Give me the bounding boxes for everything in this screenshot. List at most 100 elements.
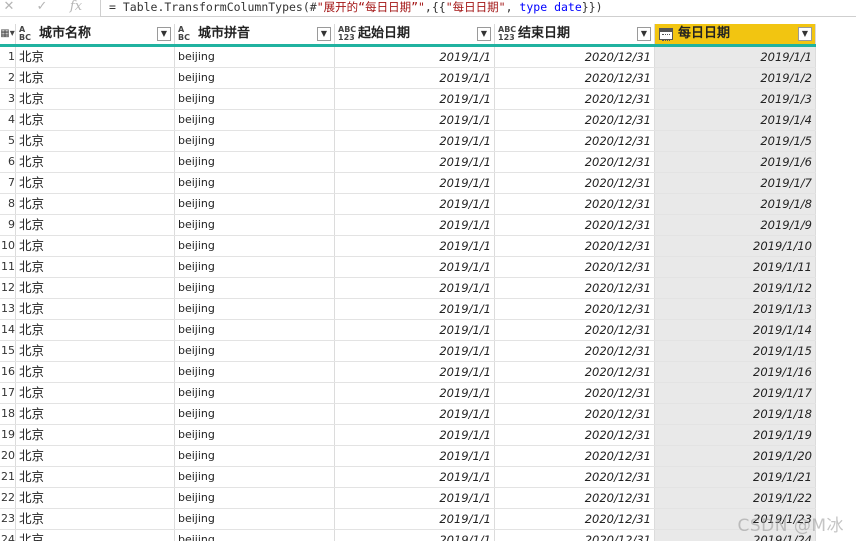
cell-end-date[interactable]: 2020/12/31 (495, 68, 655, 88)
cell-end-date[interactable]: 2020/12/31 (495, 194, 655, 214)
row-number[interactable]: 17 (0, 383, 16, 403)
cell-city-name[interactable]: 北京 (16, 47, 175, 67)
cell-city-name[interactable]: 北京 (16, 362, 175, 382)
cell-start-date[interactable]: 2019/1/1 (335, 152, 495, 172)
table-row[interactable]: 17 北京 beijing 2019/1/1 2020/12/31 2019/1/17 (0, 383, 816, 404)
filter-dropdown-icon[interactable]: ▼ (317, 27, 331, 41)
cell-city-name[interactable]: 北京 (16, 68, 175, 88)
cell-end-date[interactable]: 2020/12/31 (495, 467, 655, 487)
cell-daily-date[interactable]: 2019/1/17 (655, 383, 816, 403)
cell-city-name[interactable]: 北京 (16, 509, 175, 529)
row-number[interactable]: 24 (0, 530, 16, 541)
row-number[interactable]: 21 (0, 467, 16, 487)
cell-start-date[interactable]: 2019/1/1 (335, 68, 495, 88)
table-menu-icon[interactable]: ▦▾ (0, 24, 16, 44)
cell-start-date[interactable]: 2019/1/1 (335, 278, 495, 298)
cell-city-pinyin[interactable]: beijing (175, 173, 335, 193)
filter-dropdown-icon[interactable]: ▼ (637, 27, 651, 41)
row-number[interactable]: 4 (0, 110, 16, 130)
cell-city-name[interactable]: 北京 (16, 383, 175, 403)
column-header-daily-date[interactable]: 每日日期 ▼ (655, 24, 816, 44)
cell-end-date[interactable]: 2020/12/31 (495, 362, 655, 382)
cell-end-date[interactable]: 2020/12/31 (495, 404, 655, 424)
cell-city-pinyin[interactable]: beijing (175, 446, 335, 466)
table-row[interactable]: 19 北京 beijing 2019/1/1 2020/12/31 2019/1/19 (0, 425, 816, 446)
cell-city-pinyin[interactable]: beijing (175, 320, 335, 340)
cell-end-date[interactable]: 2020/12/31 (495, 110, 655, 130)
cell-daily-date[interactable]: 2019/1/14 (655, 320, 816, 340)
cell-end-date[interactable]: 2020/12/31 (495, 383, 655, 403)
cell-city-name[interactable]: 北京 (16, 89, 175, 109)
cell-city-name[interactable]: 北京 (16, 110, 175, 130)
cell-city-name[interactable]: 北京 (16, 488, 175, 508)
row-number[interactable]: 14 (0, 320, 16, 340)
cell-city-pinyin[interactable]: beijing (175, 467, 335, 487)
cell-start-date[interactable]: 2019/1/1 (335, 131, 495, 151)
cell-daily-date[interactable]: 2019/1/5 (655, 131, 816, 151)
column-header-start-date[interactable]: ABC 123 起始日期 ▼ (335, 24, 495, 44)
cell-daily-date[interactable]: 2019/1/19 (655, 425, 816, 445)
cell-start-date[interactable]: 2019/1/1 (335, 467, 495, 487)
column-header-city-pinyin[interactable]: A BC 城市拼音 ▼ (175, 24, 335, 44)
table-row[interactable]: 12 北京 beijing 2019/1/1 2020/12/31 2019/1/12 (0, 278, 816, 299)
table-row[interactable]: 23 北京 beijing 2019/1/1 2020/12/31 2019/1/23 (0, 509, 816, 530)
cell-end-date[interactable]: 2020/12/31 (495, 173, 655, 193)
cell-city-name[interactable]: 北京 (16, 173, 175, 193)
cell-end-date[interactable]: 2020/12/31 (495, 488, 655, 508)
cell-end-date[interactable]: 2020/12/31 (495, 89, 655, 109)
cell-end-date[interactable]: 2020/12/31 (495, 320, 655, 340)
table-row[interactable]: 13 北京 beijing 2019/1/1 2020/12/31 2019/1/13 (0, 299, 816, 320)
cell-city-name[interactable]: 北京 (16, 341, 175, 361)
text-type-icon[interactable]: A BC (19, 26, 37, 42)
cell-daily-date[interactable]: 2019/1/18 (655, 404, 816, 424)
row-number[interactable]: 11 (0, 257, 16, 277)
table-row[interactable]: 8 北京 beijing 2019/1/1 2020/12/31 2019/1/8 (0, 194, 816, 215)
cell-city-name[interactable]: 北京 (16, 152, 175, 172)
cell-city-pinyin[interactable]: beijing (175, 47, 335, 67)
row-number[interactable]: 5 (0, 131, 16, 151)
table-row[interactable]: 1 北京 beijing 2019/1/1 2020/12/31 2019/1/1 (0, 47, 816, 68)
cell-end-date[interactable]: 2020/12/31 (495, 278, 655, 298)
cell-city-pinyin[interactable]: beijing (175, 341, 335, 361)
cell-end-date[interactable]: 2020/12/31 (495, 446, 655, 466)
cell-city-pinyin[interactable]: beijing (175, 530, 335, 541)
filter-dropdown-icon[interactable]: ▼ (477, 27, 491, 41)
cell-end-date[interactable]: 2020/12/31 (495, 236, 655, 256)
cell-end-date[interactable]: 2020/12/31 (495, 509, 655, 529)
cell-city-pinyin[interactable]: beijing (175, 257, 335, 277)
cell-daily-date[interactable]: 2019/1/11 (655, 257, 816, 277)
cell-city-name[interactable]: 北京 (16, 278, 175, 298)
row-number[interactable]: 1 (0, 47, 16, 67)
cell-start-date[interactable]: 2019/1/1 (335, 47, 495, 67)
table-row[interactable]: 5 北京 beijing 2019/1/1 2020/12/31 2019/1/5 (0, 131, 816, 152)
cell-city-pinyin[interactable]: beijing (175, 194, 335, 214)
cell-city-name[interactable]: 北京 (16, 404, 175, 424)
row-number[interactable]: 9 (0, 215, 16, 235)
row-number[interactable]: 8 (0, 194, 16, 214)
cell-start-date[interactable]: 2019/1/1 (335, 89, 495, 109)
cell-city-pinyin[interactable]: beijing (175, 236, 335, 256)
cell-daily-date[interactable]: 2019/1/4 (655, 110, 816, 130)
cell-daily-date[interactable]: 2019/1/3 (655, 89, 816, 109)
cell-city-name[interactable]: 北京 (16, 530, 175, 541)
cell-start-date[interactable]: 2019/1/1 (335, 173, 495, 193)
cell-start-date[interactable]: 2019/1/1 (335, 236, 495, 256)
cell-city-pinyin[interactable]: beijing (175, 131, 335, 151)
row-number[interactable]: 23 (0, 509, 16, 529)
cell-city-pinyin[interactable]: beijing (175, 299, 335, 319)
cell-daily-date[interactable]: 2019/1/15 (655, 341, 816, 361)
cell-start-date[interactable]: 2019/1/1 (335, 404, 495, 424)
table-row[interactable]: 18 北京 beijing 2019/1/1 2020/12/31 2019/1/18 (0, 404, 816, 425)
cell-city-pinyin[interactable]: beijing (175, 152, 335, 172)
cell-city-name[interactable]: 北京 (16, 467, 175, 487)
cell-city-name[interactable]: 北京 (16, 425, 175, 445)
table-row[interactable]: 10 北京 beijing 2019/1/1 2020/12/31 2019/1/10 (0, 236, 816, 257)
cell-end-date[interactable]: 2020/12/31 (495, 257, 655, 277)
cell-city-name[interactable]: 北京 (16, 215, 175, 235)
calendar-type-icon[interactable] (659, 28, 673, 41)
cell-end-date[interactable]: 2020/12/31 (495, 341, 655, 361)
row-number[interactable]: 6 (0, 152, 16, 172)
cancel-icon[interactable]: ✕ (2, 0, 16, 16)
cell-daily-date[interactable]: 2019/1/21 (655, 467, 816, 487)
cell-city-pinyin[interactable]: beijing (175, 89, 335, 109)
